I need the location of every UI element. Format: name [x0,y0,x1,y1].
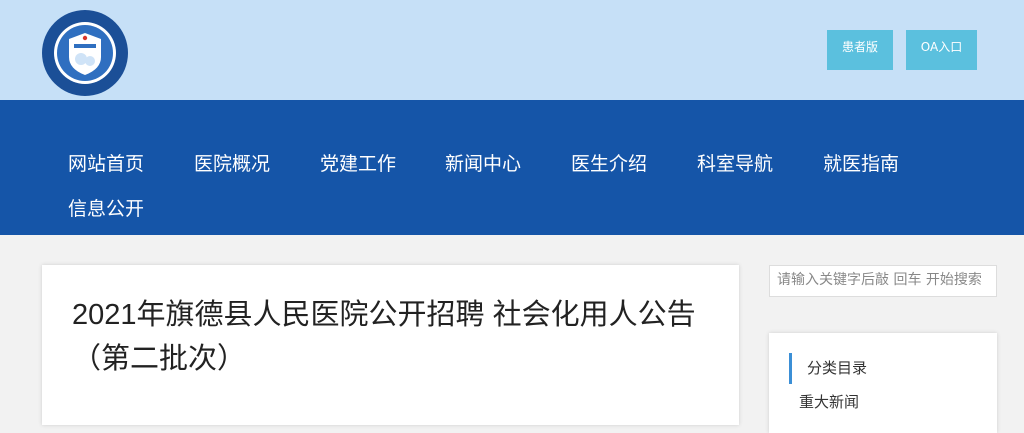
patient-version-button[interactable]: 患者版 [827,30,893,70]
nav-item-departments[interactable]: 科室导航 [697,151,773,177]
search-input[interactable]: 请输入关键字后敲 回车 开始搜索 [769,265,997,297]
nav-item-doctors[interactable]: 医生介绍 [571,151,647,177]
nav-item-news-center[interactable]: 新闻中心 [445,151,521,177]
oa-entry-button[interactable]: OA入口 [906,30,977,70]
nav-item-hospital-overview[interactable]: 医院概况 [194,151,270,177]
article-title: 2021年旗德县人民医院公开招聘 社会化用人公告（第二批次） [72,299,696,375]
main-nav: 网站首页 医院概况 党建工作 新闻中心 医生介绍 科室导航 就医指南 信息公开 [0,100,1024,235]
nav-item-home[interactable]: 网站首页 [68,151,144,177]
category-item[interactable]: 重大新闻 [799,391,859,412]
article-card: 2021年旗德县人民医院公开招聘 社会化用人公告（第二批次） [42,265,739,425]
hospital-logo[interactable] [41,9,129,97]
nav-item-party-work[interactable]: 党建工作 [320,151,396,177]
category-title: 分类目录 [789,353,867,384]
category-panel: 分类目录 重大新闻 [769,333,997,433]
nav-item-info-disclosure[interactable]: 信息公开 [68,196,144,222]
nav-item-medical-guide[interactable]: 就医指南 [823,151,899,177]
header-bar: 患者版 OA入口 [0,0,1024,100]
